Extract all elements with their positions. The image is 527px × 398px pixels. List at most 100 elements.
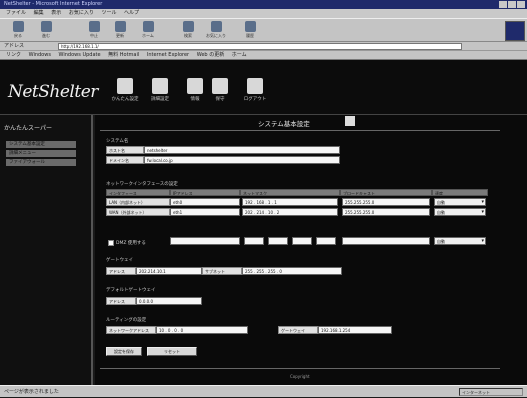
link-ie[interactable]: Internet Explorer (147, 52, 189, 58)
route-net-input[interactable]: 10 . 0 . 0 . 0 (156, 326, 248, 334)
stop-icon (88, 21, 100, 32)
link-windows[interactable]: Windows (29, 52, 51, 58)
route-gw-label: ゲートウェイ (278, 326, 318, 334)
link-home[interactable]: ホーム (232, 52, 247, 58)
search-button[interactable]: 検索 (178, 21, 198, 39)
favorites-icon (210, 21, 222, 32)
wan-ip-input[interactable]: 202 . 214 . 10 . 2 (242, 208, 338, 216)
link-web-update[interactable]: Web の更新 (197, 52, 225, 58)
lan-row-label: LAN（内部ネット） (106, 198, 170, 206)
browser-toolbar: 戻る 進む 中止 更新 ホーム 検索 お気に入り 履歴 (0, 18, 527, 42)
header-detail-button[interactable]: 詳細設定 (145, 78, 175, 102)
minimize-icon[interactable] (499, 1, 507, 8)
section-lan: ネットワークインタフェースの設定 (106, 182, 178, 187)
dmz-label: DMZ 使用する (116, 241, 146, 246)
browser-logo-icon (505, 21, 525, 41)
menu-edit[interactable]: 編集 (34, 10, 44, 16)
lan-mask-input[interactable]: 255.255.255.0 (342, 198, 430, 206)
host-input[interactable]: netshelter (144, 146, 340, 154)
forward-icon (40, 21, 52, 32)
default-gateway-label: アドレス (106, 297, 136, 305)
window-titlebar: NetShelter - Microsoft Internet Explorer (0, 0, 527, 9)
link-hotmail[interactable]: 無料 Hotmail (108, 52, 139, 58)
sidebar-item-detail[interactable]: 詳細メニュー (6, 150, 76, 157)
dmz-checkbox[interactable] (108, 240, 114, 246)
address-bar: アドレス http://192.168.1.1/ (0, 42, 527, 51)
address-input[interactable]: http://192.168.1.1/ (58, 43, 462, 50)
dmz-ip-octet-3[interactable] (292, 237, 312, 245)
col-interface: インタフェース (106, 189, 170, 196)
domain-input[interactable]: fw.local.co.jp (144, 156, 340, 164)
sidebar-item-firewall[interactable]: ファイアウォール (6, 159, 76, 166)
app-header: NetShelter かんたん設定 詳細設定 情報 保守 ログアウト (0, 60, 527, 115)
section-default-gateway: デフォルトゲートウェイ (106, 288, 156, 293)
menu-file[interactable]: ファイル (6, 10, 26, 16)
menu-tools[interactable]: ツール (101, 10, 116, 16)
wan-mask-input[interactable]: 255.255.255.0 (342, 208, 430, 216)
window-controls (499, 1, 525, 8)
default-gateway-input[interactable]: 0.0.0.0 (136, 297, 202, 305)
dmz-speed-select[interactable]: 自動 (434, 237, 486, 245)
home-icon (142, 21, 154, 32)
col-ip: IPアドレス (170, 189, 240, 196)
divider (100, 130, 500, 131)
favorites-button[interactable]: お気に入り (206, 21, 226, 39)
history-icon (244, 21, 256, 32)
menu-help[interactable]: ヘルプ (124, 10, 139, 16)
link-windows-update[interactable]: Windows Update (59, 52, 101, 58)
page-title: システム基本設定 (258, 120, 310, 128)
section-routing: ルーティングの設定 (106, 318, 147, 323)
route-gw-input[interactable]: 192.168.1.254 (318, 326, 392, 334)
search-icon (182, 21, 194, 32)
dmz-ip-octet-2[interactable] (268, 237, 288, 245)
history-button[interactable]: 履歴 (240, 21, 260, 39)
home-button[interactable]: ホーム (138, 21, 158, 39)
close-icon[interactable] (517, 1, 525, 8)
back-button[interactable]: 戻る (8, 21, 28, 39)
status-text: ページが表示されました (4, 389, 59, 395)
dmz-ip-octet-4[interactable] (316, 237, 336, 245)
route-net-label: ネットワークアドレス (106, 326, 156, 334)
menu-bar: ファイル 編集 表示 お気に入り ツール ヘルプ (0, 9, 527, 18)
header-quick-setup-button[interactable]: かんたん設定 (110, 78, 140, 102)
tools-icon (152, 78, 168, 94)
col-mask: ネットマスク (240, 189, 340, 196)
maximize-icon[interactable] (508, 1, 516, 8)
gateway-input[interactable]: 202.214.10.1 (136, 267, 202, 275)
refresh-button[interactable]: 更新 (110, 21, 130, 39)
menu-view[interactable]: 表示 (51, 10, 61, 16)
menu-favorites[interactable]: お気に入り (69, 10, 94, 16)
forward-button[interactable]: 進む (36, 21, 56, 39)
footer-copyright: Copyright (290, 374, 310, 379)
lan-speed-select[interactable]: 自動 (434, 198, 486, 206)
gateway-label: アドレス (106, 267, 136, 275)
host-label: ホスト名 (106, 146, 144, 154)
col-broadcast: ブロードキャスト (340, 189, 432, 196)
security-zone: インターネット (459, 388, 523, 396)
setup-icon (117, 78, 133, 94)
window-title: NetShelter - Microsoft Internet Explorer (4, 1, 103, 7)
header-maintenance-button[interactable]: 保守 (205, 78, 235, 102)
header-logout-button[interactable]: ログアウト (240, 78, 270, 102)
section-system: システム名 (106, 139, 129, 144)
lan-ip-input[interactable]: 192 . 168 . 1 . 1 (242, 198, 338, 206)
document-icon (212, 78, 228, 94)
wan-name-input[interactable]: eth1 (170, 208, 240, 216)
dmz-name-input[interactable] (170, 237, 240, 245)
save-button[interactable]: 設定を保存 (106, 347, 142, 356)
dmz-mask-input[interactable] (342, 237, 430, 245)
footer-divider (100, 368, 500, 369)
reset-button[interactable]: リセット (147, 347, 197, 356)
back-icon (12, 21, 24, 32)
wan-speed-select[interactable]: 自動 (434, 208, 486, 216)
page-title-icon (345, 116, 355, 126)
gateway-sub-label: サブネット (202, 267, 242, 275)
sidebar-item-system[interactable]: システム基本設定 (6, 141, 76, 148)
lan-name-input[interactable]: eth0 (170, 198, 240, 206)
dmz-ip-octet-1[interactable] (244, 237, 264, 245)
info-icon (187, 78, 203, 94)
gateway-sub-input[interactable]: 255 . 255 . 255 . 0 (242, 267, 342, 275)
domain-label: ドメイン名 (106, 156, 144, 164)
stop-button[interactable]: 中止 (84, 21, 104, 39)
refresh-icon (114, 21, 126, 32)
